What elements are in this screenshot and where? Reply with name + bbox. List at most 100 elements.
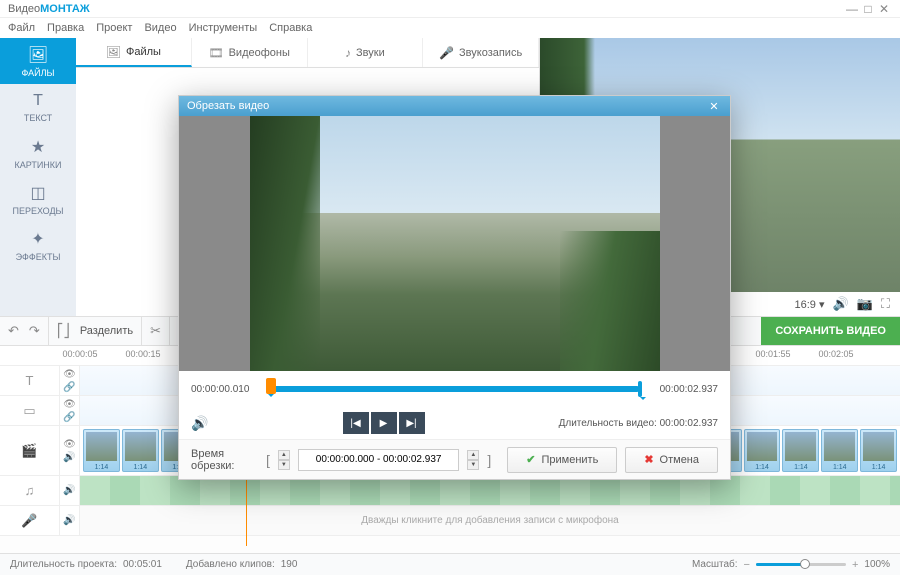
audio-lane[interactable] (80, 476, 900, 505)
redo-button[interactable]: ↷ (29, 323, 40, 339)
dialog-close-button[interactable]: ✕ (706, 100, 722, 113)
ruler-tick: 00:00:15 (125, 349, 160, 359)
sidebar: 🖼ФАЙЛЫ TТЕКСТ ★КАРТИНКИ ◫ПЕРЕХОДЫ ✦ЭФФЕК… (0, 38, 76, 316)
sound-icon[interactable]: 🔊 (833, 296, 849, 312)
dialog-volume-icon[interactable]: 🔊 (191, 415, 208, 432)
trim-handle-start[interactable] (266, 378, 276, 394)
mic-lane[interactable]: Дважды кликните для добавления записи с … (80, 506, 900, 535)
image-track-icon: ▭ (23, 403, 35, 419)
transition-icon: ◫ (30, 183, 45, 203)
trim-start-value: 00:00:00.010 (191, 384, 259, 395)
bracket-right[interactable]: ] (487, 452, 491, 468)
trim-handle-end[interactable] (638, 381, 642, 397)
cross-icon: ✖ (644, 453, 653, 466)
vol-icon[interactable]: 🔊 (63, 485, 75, 496)
next-button[interactable]: ▶| (399, 412, 425, 434)
tab-sounds[interactable]: ♪Звуки (308, 38, 424, 67)
sparkle-icon: ✦ (31, 229, 44, 249)
cancel-button[interactable]: ✖Отмена (625, 447, 718, 473)
ruler-tick: 00:00:05 (62, 349, 97, 359)
sidebar-tab-images[interactable]: ★КАРТИНКИ (0, 130, 76, 176)
titlebar: ВидеоМОНТАЖ — □ ✕ (0, 0, 900, 18)
video-clip[interactable]: 1:14 (744, 429, 781, 472)
window-maximize[interactable]: □ (860, 2, 876, 16)
video-clip[interactable]: 1:14 (821, 429, 858, 472)
track-mic: 🎤 🔊 Дважды кликните для добавления запис… (0, 506, 900, 536)
eye-icon[interactable]: 👁 (63, 369, 76, 380)
film-icon: 🎞 (208, 46, 223, 60)
video-track-icon: 🎬 (21, 443, 37, 459)
clips-count-value: 190 (281, 559, 298, 570)
ruler-tick: 00:02:05 (818, 349, 853, 359)
dialog-title: Обрезать видео (187, 100, 269, 112)
source-tabs: 🖼Файлы 🎞Видеофоны ♪Звуки 🎤Звукозапись (76, 38, 539, 68)
save-video-button[interactable]: СОХРАНИТЬ ВИДЕО (761, 317, 900, 345)
music-icon: ♪ (345, 46, 351, 60)
mic-icon: 🎤 (439, 46, 454, 60)
statusbar: Длительность проекта: 00:05:01 Добавлено… (0, 553, 900, 575)
spin-up[interactable]: ▲ (278, 450, 290, 460)
prev-button[interactable]: |◀ (343, 412, 369, 434)
audio-track-icon: ♫ (25, 483, 35, 498)
link-icon[interactable]: 🔗 (63, 412, 75, 423)
menu-tools[interactable]: Инструменты (189, 22, 258, 34)
project-duration-label: Длительность проекта: (10, 559, 117, 570)
spin-down[interactable]: ▼ (278, 460, 290, 470)
dialog-preview (179, 116, 730, 371)
menu-project[interactable]: Проект (96, 22, 132, 34)
trim-end-value: 00:00:02.937 (650, 384, 718, 395)
link-icon[interactable]: 🔗 (63, 382, 75, 393)
menu-file[interactable]: Файл (8, 22, 35, 34)
star-icon: ★ (31, 137, 45, 157)
trim-range-label: Время обрезки: (191, 448, 258, 472)
tab-videobg[interactable]: 🎞Видеофоны (192, 38, 308, 67)
eye-icon[interactable]: 👁 (63, 439, 76, 450)
cut-button[interactable]: ✂ (150, 323, 161, 339)
bracket-left[interactable]: [ (266, 452, 270, 468)
text-icon: T (33, 92, 43, 110)
sidebar-tab-transitions[interactable]: ◫ПЕРЕХОДЫ (0, 176, 76, 222)
eye-icon[interactable]: 👁 (63, 399, 76, 410)
sidebar-tab-text[interactable]: TТЕКСТ (0, 84, 76, 130)
window-close[interactable]: ✕ (876, 2, 892, 16)
track-audio: ♫ 🔊 (0, 476, 900, 506)
tab-files[interactable]: 🖼Файлы (76, 38, 192, 67)
vol-icon[interactable]: 🔊 (63, 452, 75, 463)
fullscreen-icon[interactable]: ⛶ (881, 296, 890, 312)
split-icon: ⎡⎦ (57, 323, 70, 339)
trim-range-input[interactable] (298, 449, 459, 471)
apply-button[interactable]: ✔Применить (507, 447, 617, 473)
aspect-ratio-select[interactable]: 16:9 ▾ (795, 298, 825, 311)
menu-help[interactable]: Справка (269, 22, 312, 34)
dialog-titlebar[interactable]: Обрезать видео ✕ (179, 96, 730, 116)
ruler-tick: 00:01:55 (755, 349, 790, 359)
zoom-slider[interactable] (756, 563, 846, 566)
menu-edit[interactable]: Правка (47, 22, 84, 34)
menu-video[interactable]: Видео (144, 22, 176, 34)
video-clip[interactable]: 1:14 (860, 429, 897, 472)
spin-up[interactable]: ▲ (467, 450, 479, 460)
video-clip[interactable]: 1:14 (782, 429, 819, 472)
check-icon: ✔ (526, 453, 535, 466)
undo-button[interactable]: ↶ (8, 323, 19, 339)
project-duration-value: 00:05:01 (123, 559, 162, 570)
zoom-value: 100% (864, 559, 890, 570)
trim-slider[interactable] (269, 386, 640, 392)
menubar: Файл Правка Проект Видео Инструменты Спр… (0, 18, 900, 38)
app-brand: ВидеоМОНТАЖ (8, 3, 90, 15)
tab-record[interactable]: 🎤Звукозапись (423, 38, 539, 67)
spin-down[interactable]: ▼ (467, 460, 479, 470)
vol-icon[interactable]: 🔊 (63, 515, 75, 526)
trim-video-dialog: Обрезать видео ✕ 00:00:00.010 00:00:02.9… (178, 95, 731, 480)
clips-count-label: Добавлено клипов: (186, 559, 275, 570)
play-button[interactable]: ▶ (371, 412, 397, 434)
picture-icon: 🖼 (106, 45, 121, 59)
split-button[interactable]: Разделить (80, 325, 133, 337)
window-minimize[interactable]: — (844, 2, 860, 16)
snapshot-icon[interactable]: 📷 (857, 296, 873, 312)
sidebar-tab-effects[interactable]: ✦ЭФФЕКТЫ (0, 222, 76, 268)
video-clip[interactable]: 1:14 (122, 429, 159, 472)
text-track-icon: T (26, 373, 34, 388)
video-clip[interactable]: 1:14 (83, 429, 120, 472)
sidebar-tab-files[interactable]: 🖼ФАЙЛЫ (0, 38, 76, 84)
